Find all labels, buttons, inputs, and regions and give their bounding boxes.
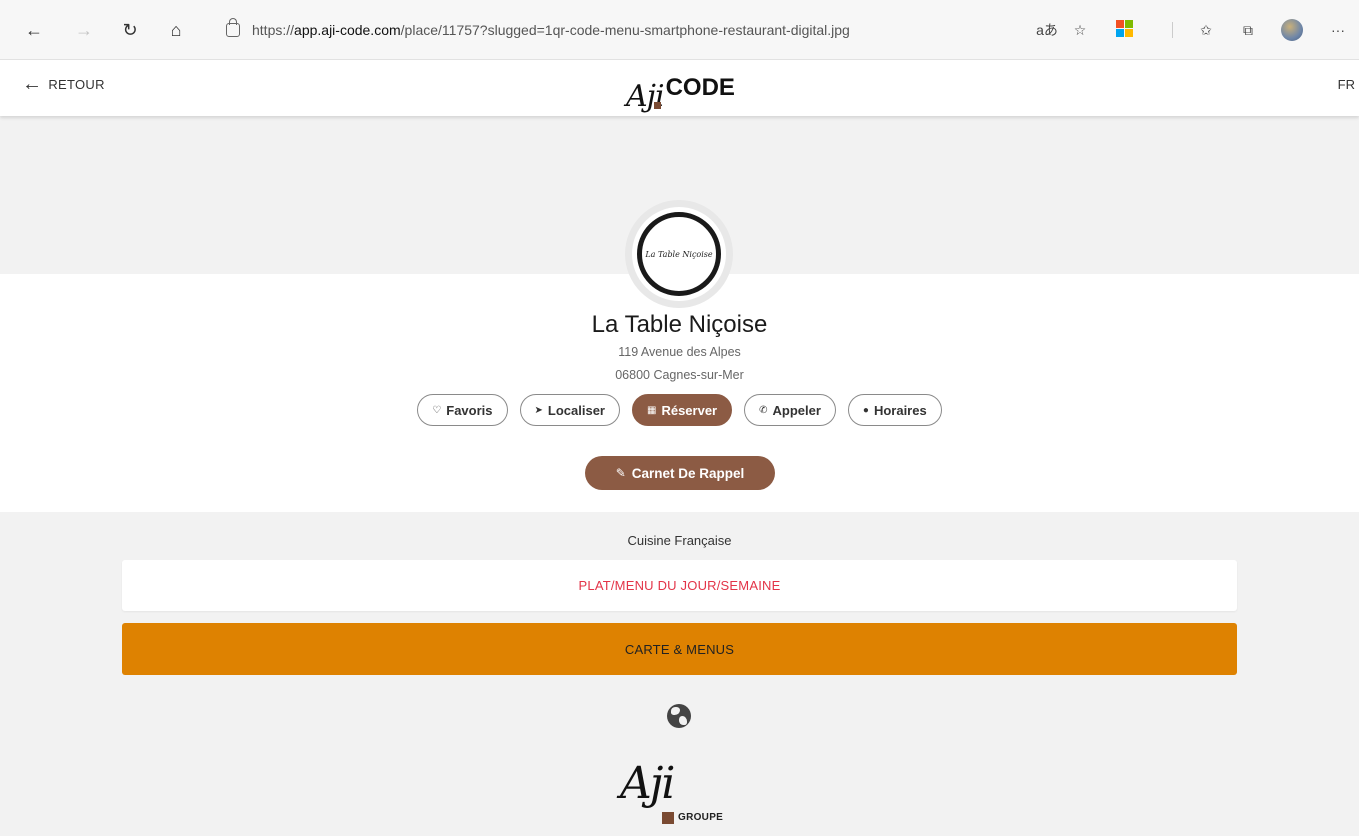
app-header: ← RETOUR Aji CODE FR bbox=[0, 60, 1359, 116]
url-text: https://app.aji-code.com/place/11757?slu… bbox=[252, 22, 850, 38]
back-button[interactable]: ← RETOUR bbox=[22, 74, 105, 94]
localiser-label: Localiser bbox=[547, 402, 605, 418]
back-arrow-icon: ← bbox=[22, 73, 43, 95]
brand-logo[interactable]: Aji CODE bbox=[626, 64, 735, 112]
address-bar[interactable]: https://app.aji-code.com/place/11757?slu… bbox=[208, 13, 918, 47]
footer-square-icon bbox=[662, 812, 674, 824]
globe-icon[interactable] bbox=[667, 704, 691, 728]
place-name: La Table Niçoise bbox=[591, 311, 768, 338]
carnet-label: Carnet De Rappel bbox=[631, 465, 745, 481]
toolbar-divider bbox=[1172, 22, 1173, 38]
footer-groupe: GROUPE bbox=[678, 812, 724, 823]
daily-menu-link[interactable]: PLAT/MENU DU JOUR/SEMAINE bbox=[122, 560, 1237, 611]
calendar-icon: ▦ bbox=[647, 404, 657, 416]
lock-icon[interactable] bbox=[226, 18, 240, 37]
action-buttons: ♡ Favoris ➤ Localiser ▦ Réserver ✆ Appel… bbox=[0, 394, 1359, 426]
profile-avatar[interactable] bbox=[1281, 19, 1303, 41]
cuisine-type: Cuisine Française bbox=[627, 533, 732, 548]
footer-script: Aji bbox=[620, 758, 675, 809]
address-city: 06800 Cagnes-sur-Mer bbox=[615, 368, 744, 382]
read-aloud-icon[interactable]: aあ bbox=[1034, 20, 1060, 40]
back-icon[interactable]: ← bbox=[22, 18, 46, 42]
reserver-label: Réserver bbox=[661, 402, 718, 418]
more-menu-icon[interactable]: ··· bbox=[1328, 20, 1348, 40]
pencil-icon: ✎ bbox=[615, 466, 626, 480]
brand-square-icon bbox=[654, 102, 661, 109]
phone-icon: ✆ bbox=[759, 404, 768, 416]
brand-text: CODE bbox=[665, 74, 735, 101]
language-selector[interactable]: FR bbox=[1338, 77, 1355, 92]
browser-toolbar: ← → ↻ ⌂ https://app.aji-code.com/place/1… bbox=[0, 0, 1359, 60]
carnet-de-rappel-button[interactable]: ✎ Carnet De Rappel bbox=[585, 456, 775, 490]
logo-text: La Table Niçoise bbox=[645, 249, 713, 259]
add-favorite-icon[interactable]: ☆ bbox=[1070, 20, 1090, 40]
horaires-label: Horaires bbox=[873, 402, 927, 418]
favorites-icon[interactable]: ✩ bbox=[1196, 20, 1216, 40]
carte-menus-link[interactable]: CARTE & MENUS bbox=[122, 623, 1237, 675]
back-label: RETOUR bbox=[48, 76, 105, 92]
favoris-button[interactable]: ♡ Favoris bbox=[417, 394, 508, 426]
horaires-button[interactable]: ● Horaires bbox=[847, 394, 942, 426]
extension-icon[interactable] bbox=[1116, 20, 1134, 38]
localiser-button[interactable]: ➤ Localiser bbox=[519, 394, 620, 426]
forward-icon[interactable]: → bbox=[72, 18, 96, 42]
appeler-button[interactable]: ✆ Appeler bbox=[744, 394, 836, 426]
address-street: 119 Avenue des Alpes bbox=[618, 345, 741, 359]
favoris-label: Favoris bbox=[446, 402, 493, 418]
location-arrow-icon: ➤ bbox=[534, 404, 543, 416]
reserver-button[interactable]: ▦ Réserver bbox=[632, 394, 733, 426]
home-icon[interactable]: ⌂ bbox=[164, 18, 188, 42]
clock-icon: ● bbox=[862, 404, 869, 416]
heart-icon: ♡ bbox=[432, 404, 442, 416]
restaurant-logo: La Table Niçoise bbox=[625, 200, 733, 308]
footer-logo[interactable]: Aji GROUPE bbox=[620, 758, 740, 830]
refresh-icon[interactable]: ↻ bbox=[118, 18, 142, 42]
collections-icon[interactable]: ⧉ bbox=[1238, 20, 1258, 40]
appeler-label: Appeler bbox=[772, 402, 821, 418]
